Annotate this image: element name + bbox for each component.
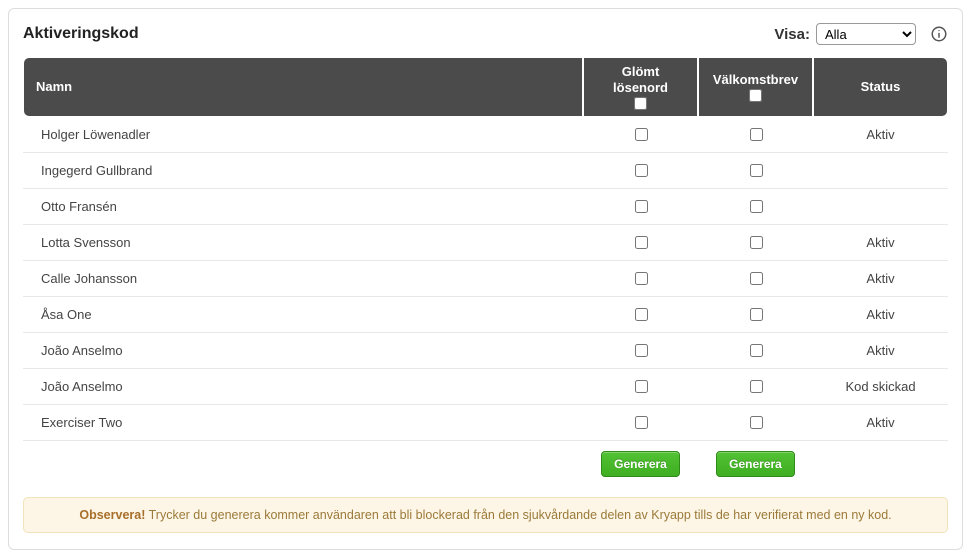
welcome-letter-checkbox[interactable]	[750, 128, 763, 141]
table-row: João Anselmo Kod skickad	[23, 369, 948, 405]
col-header-welcome-letter-label: Välkomstbrev	[713, 72, 798, 88]
welcome-letter-checkbox[interactable]	[750, 308, 763, 321]
table-row: Lotta Svensson Aktiv	[23, 225, 948, 261]
cell-forgot-password	[583, 153, 698, 189]
cell-name: Holger Löwenadler	[23, 117, 583, 153]
welcome-letter-checkbox[interactable]	[750, 200, 763, 213]
welcome-letter-checkbox[interactable]	[750, 344, 763, 357]
generate-forgot-password-button[interactable]: Generera	[601, 451, 680, 477]
cell-welcome-letter	[698, 333, 813, 369]
cell-name: Exerciser Two	[23, 405, 583, 441]
visa-select[interactable]: Alla	[816, 23, 916, 45]
cell-welcome-letter	[698, 369, 813, 405]
forgot-password-checkbox[interactable]	[635, 308, 648, 321]
cell-forgot-password	[583, 333, 698, 369]
forgot-password-checkbox[interactable]	[635, 344, 648, 357]
welcome-letter-checkbox[interactable]	[750, 416, 763, 429]
cell-forgot-password	[583, 225, 698, 261]
cell-status: Aktiv	[813, 261, 948, 297]
cell-welcome-letter	[698, 117, 813, 153]
cell-name: Åsa One	[23, 297, 583, 333]
table-row: Calle Johansson Aktiv	[23, 261, 948, 297]
welcome-letter-select-all-checkbox[interactable]	[749, 89, 762, 102]
cell-status: Aktiv	[813, 333, 948, 369]
cell-forgot-password	[583, 369, 698, 405]
page-title: Aktiveringskod	[23, 25, 139, 43]
forgot-password-checkbox[interactable]	[635, 272, 648, 285]
cell-status: Aktiv	[813, 225, 948, 261]
cell-status	[813, 189, 948, 225]
cell-status: Aktiv	[813, 297, 948, 333]
forgot-password-checkbox[interactable]	[635, 236, 648, 249]
cell-status: Aktiv	[813, 405, 948, 441]
cell-forgot-password	[583, 405, 698, 441]
col-header-forgot-password: Glömt lösenord	[583, 57, 698, 117]
cell-forgot-password	[583, 261, 698, 297]
cell-forgot-password	[583, 117, 698, 153]
welcome-letter-checkbox[interactable]	[750, 380, 763, 393]
forgot-password-checkbox[interactable]	[635, 164, 648, 177]
warning-alert-strong: Observera!	[79, 508, 145, 522]
cell-welcome-letter	[698, 153, 813, 189]
table-row: Holger Löwenadler Aktiv	[23, 117, 948, 153]
warning-alert-text: Trycker du generera kommer användaren at…	[145, 508, 891, 522]
info-icon[interactable]	[930, 25, 948, 43]
cell-welcome-letter	[698, 261, 813, 297]
cell-welcome-letter	[698, 225, 813, 261]
forgot-password-checkbox[interactable]	[635, 380, 648, 393]
welcome-letter-checkbox[interactable]	[750, 164, 763, 177]
table-row: Åsa One Aktiv	[23, 297, 948, 333]
cell-forgot-password	[583, 297, 698, 333]
table-header-row: Namn Glömt lösenord Välkomstbrev Status	[23, 57, 948, 117]
visa-label: Visa:	[774, 26, 810, 43]
cell-status: Aktiv	[813, 117, 948, 153]
forgot-password-select-all-checkbox[interactable]	[634, 97, 647, 110]
table-row: Ingegerd Gullbrand	[23, 153, 948, 189]
panel-header: Aktiveringskod Visa: Alla	[23, 23, 948, 45]
col-header-welcome-letter: Välkomstbrev	[698, 57, 813, 117]
cell-welcome-letter	[698, 189, 813, 225]
forgot-password-checkbox[interactable]	[635, 128, 648, 141]
col-header-status: Status	[813, 57, 948, 117]
warning-alert: Observera! Trycker du generera kommer an…	[23, 497, 948, 533]
cell-name: João Anselmo	[23, 369, 583, 405]
cell-welcome-letter	[698, 405, 813, 441]
table-row: João Anselmo Aktiv	[23, 333, 948, 369]
cell-status	[813, 153, 948, 189]
cell-welcome-letter	[698, 297, 813, 333]
col-header-forgot-password-label: Glömt lösenord	[594, 64, 687, 95]
forgot-password-checkbox[interactable]	[635, 416, 648, 429]
welcome-letter-checkbox[interactable]	[750, 272, 763, 285]
generate-welcome-letter-button[interactable]: Generera	[716, 451, 795, 477]
table-footer-row: Generera Generera	[23, 441, 948, 483]
col-header-name: Namn	[23, 57, 583, 117]
activation-code-panel: Aktiveringskod Visa: Alla Namn Glömt lös…	[8, 8, 963, 550]
forgot-password-checkbox[interactable]	[635, 200, 648, 213]
cell-name: Otto Fransén	[23, 189, 583, 225]
table-row: Exerciser Two Aktiv	[23, 405, 948, 441]
users-table: Namn Glömt lösenord Välkomstbrev Status …	[23, 57, 948, 483]
cell-name: Calle Johansson	[23, 261, 583, 297]
table-row: Otto Fransén	[23, 189, 948, 225]
cell-status: Kod skickad	[813, 369, 948, 405]
cell-name: Ingegerd Gullbrand	[23, 153, 583, 189]
welcome-letter-checkbox[interactable]	[750, 236, 763, 249]
cell-forgot-password	[583, 189, 698, 225]
cell-name: João Anselmo	[23, 333, 583, 369]
cell-name: Lotta Svensson	[23, 225, 583, 261]
